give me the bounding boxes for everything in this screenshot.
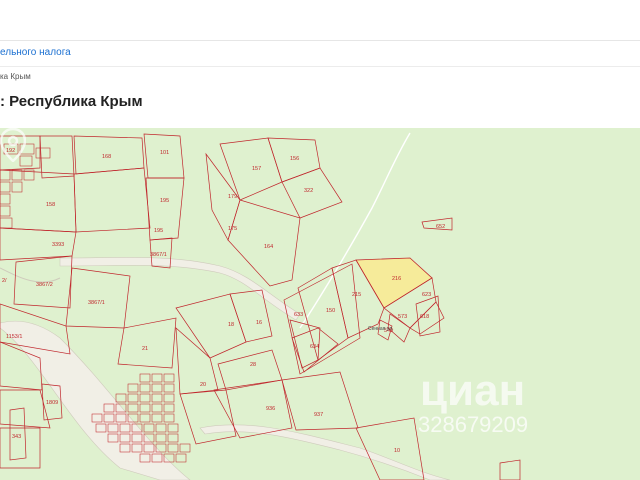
plot-label: 168 <box>102 154 111 160</box>
plot-label: 216 <box>392 276 401 282</box>
map-canvas[interactable]: 192 168 101 156 157 322 179 175 195 164 … <box>0 128 640 480</box>
plot-label: 195 <box>154 228 163 234</box>
plot-label: 156 <box>290 156 299 162</box>
plot-label: 322 <box>304 188 313 194</box>
plot-label: 195 <box>160 198 169 204</box>
plot-label: 158 <box>46 202 55 208</box>
plot-label: 634 <box>310 344 319 350</box>
divider <box>0 66 640 67</box>
road <box>0 267 61 283</box>
plot-label: 150 <box>326 308 335 314</box>
plot-label: 16 <box>256 320 262 326</box>
plot-label: 652 <box>436 224 445 230</box>
top-bar <box>0 0 640 41</box>
plot-label: 343 <box>12 434 21 440</box>
plot-label: 175 <box>228 226 237 232</box>
plot-label: 18 <box>228 322 234 328</box>
plot-label: 1153/1 <box>6 334 22 340</box>
plot-label: 101 <box>160 150 169 156</box>
plot-label: 3393 <box>52 242 64 248</box>
plot-label: 3867/1 <box>150 252 167 258</box>
plot-label: 937 <box>314 412 323 418</box>
plot-label: 936 <box>266 406 275 412</box>
plot-label: 179 <box>228 194 237 200</box>
plot-label: 1809 <box>46 400 58 406</box>
tax-link[interactable]: ельного налога <box>0 47 71 58</box>
road <box>0 320 191 480</box>
plot-label: 573 <box>398 314 407 320</box>
plot-label: 633 <box>294 312 303 318</box>
plot-label: 21 <box>142 346 148 352</box>
plot-label: 157 <box>252 166 261 172</box>
plot-label: 10 <box>394 448 400 454</box>
location-pin-icon <box>0 128 26 162</box>
plot-label: 28 <box>250 362 256 368</box>
plot-216-highlight <box>355 257 433 309</box>
road <box>59 257 301 321</box>
plot-label: 215 <box>352 292 361 298</box>
breadcrumb[interactable]: ка Крым <box>0 72 31 81</box>
page-title: : Республика Крым <box>0 93 143 110</box>
plot-label: 164 <box>264 244 273 250</box>
watermark-number: 328679209 <box>418 412 529 437</box>
plot-label: 623 <box>422 292 431 298</box>
plot-label: 2/ <box>2 278 7 284</box>
plot-label: 3867/2 <box>36 282 53 288</box>
watermark-brand: циан <box>420 366 526 415</box>
plot-label: 20 <box>200 382 206 388</box>
cadastral-map[interactable]: 192 168 101 156 157 322 179 175 195 164 … <box>0 128 640 480</box>
plot-label: 3867/1 <box>88 300 105 306</box>
plot-label: 618 <box>420 314 429 320</box>
street-label: Сенная ул. <box>368 326 394 332</box>
